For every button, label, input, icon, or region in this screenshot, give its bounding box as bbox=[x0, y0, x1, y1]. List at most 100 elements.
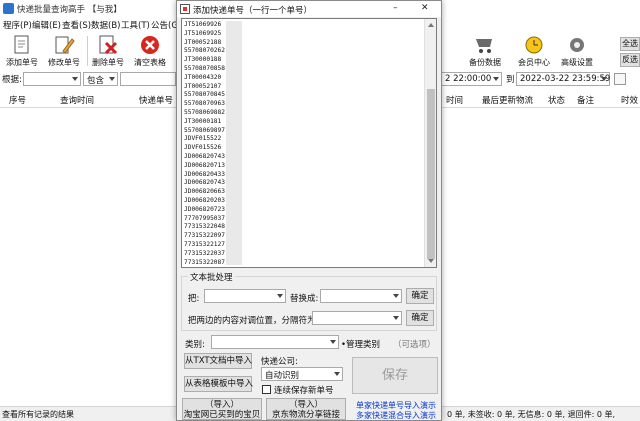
menu-edit[interactable]: 编辑(E) bbox=[32, 19, 61, 31]
replace-confirm-button[interactable]: 确定 bbox=[406, 288, 434, 304]
tracking-number-line: JT00004320 bbox=[184, 73, 222, 81]
tracking-number-line: 77315322127 bbox=[184, 240, 225, 248]
close-icon[interactable]: ✕ bbox=[421, 3, 429, 13]
category-select[interactable] bbox=[211, 335, 339, 349]
optional-hint: （可选项） bbox=[393, 340, 436, 350]
tracking-number-line: JT51069926 bbox=[184, 21, 222, 28]
calendar-icon[interactable] bbox=[614, 73, 626, 85]
tracking-number-line: 55708070858 bbox=[184, 64, 225, 72]
swap-confirm-button[interactable]: 确定 bbox=[406, 310, 434, 326]
add-tracking-dialog: 添加快递单号（一行一个单号） – ✕ JT51069926 JT51069925 J… bbox=[176, 0, 442, 421]
menu-program[interactable]: 程序(P) bbox=[3, 19, 32, 31]
chevron-down-icon bbox=[334, 372, 340, 376]
chevron-down-icon bbox=[393, 294, 399, 298]
advanced-settings-label: 高级设置 bbox=[561, 58, 593, 67]
filter-field-select[interactable] bbox=[23, 72, 81, 86]
chevron-down-icon bbox=[393, 316, 399, 320]
column-header-tracking-number[interactable]: 快递单号 bbox=[139, 94, 173, 106]
add-number-button[interactable]: 添加单号 bbox=[2, 34, 42, 68]
courier-select[interactable]: 自动识别 bbox=[261, 367, 343, 381]
tracking-number-line: JD006820203 bbox=[184, 196, 225, 204]
date-to-value: 2022-03-22 23:59:59 bbox=[520, 74, 611, 84]
multi-courier-demo-link[interactable]: 多家快递混合导入演示 bbox=[356, 410, 436, 421]
chevron-down-icon bbox=[493, 77, 499, 81]
status-right-text: 0 单, 未签收: 0 单, 无信息: 0 单, 退回件: 0 单, bbox=[447, 410, 616, 419]
tracking-numbers-textarea[interactable]: JT51069926 JT51069925 JT00052188 5570807026… bbox=[181, 18, 437, 268]
tracking-number-line: JD006820663 bbox=[184, 188, 225, 196]
manage-category-link[interactable]: •管理类别 bbox=[341, 338, 380, 350]
import-taobao-line2: 淘宝网已买到的宝贝 bbox=[183, 410, 261, 420]
tracking-number-line: JD006820743 bbox=[184, 152, 225, 160]
clear-table-label: 清空表格 bbox=[134, 58, 166, 67]
tracking-number-line: 77315322097 bbox=[184, 232, 225, 240]
keep-saving-checkbox[interactable] bbox=[262, 385, 271, 394]
column-header-index[interactable]: 序号 bbox=[9, 94, 26, 106]
redacted-mask bbox=[226, 21, 242, 265]
dialog-app-icon bbox=[180, 4, 190, 14]
menu-view[interactable]: 查看(S) bbox=[62, 19, 91, 31]
menu-data[interactable]: 数据(B) bbox=[91, 19, 120, 31]
clear-table-button[interactable]: 清空表格 bbox=[130, 34, 170, 68]
import-jd-line1: （导入） bbox=[288, 400, 323, 410]
delete-number-button[interactable]: 删除单号 bbox=[88, 34, 128, 68]
status-left-text: 查看所有记录的结果 bbox=[2, 410, 74, 419]
chevron-down-icon bbox=[109, 77, 115, 81]
advanced-settings-button[interactable]: 高级设置 bbox=[557, 34, 597, 68]
tracking-number-line: JDVF015526 bbox=[184, 144, 222, 152]
import-from-txt-button[interactable]: 从TXT文档中导入 bbox=[184, 353, 252, 369]
dialog-titlebar: 添加快递单号（一行一个单号） – ✕ bbox=[177, 1, 441, 17]
column-header-remark[interactable]: 备注 bbox=[577, 94, 594, 106]
tracking-number-line: JT00052188 bbox=[184, 38, 222, 46]
filter-by-label: 根据: bbox=[2, 75, 22, 85]
vertical-scrollbar[interactable] bbox=[424, 19, 436, 267]
column-header-time[interactable]: 时间 bbox=[446, 94, 463, 106]
keep-saving-label: 连续保存新单号 bbox=[274, 386, 334, 396]
column-header-timeliness[interactable]: 时效 bbox=[621, 94, 638, 106]
modify-number-button[interactable]: 修改单号 bbox=[44, 34, 84, 68]
import-jd-button[interactable]: （导入） 京东物流分享链接 bbox=[266, 398, 346, 420]
chevron-down-icon bbox=[330, 340, 336, 344]
menu-tools[interactable]: 工具(T) bbox=[121, 19, 150, 31]
minimize-icon[interactable]: – bbox=[393, 3, 398, 13]
main-window-title: 快递批量查询高手 【与我】 bbox=[17, 5, 122, 15]
courier-label: 快递公司: bbox=[261, 357, 298, 367]
add-number-label: 添加单号 bbox=[6, 58, 38, 67]
import-taobao-line1: （导入） bbox=[204, 400, 239, 410]
tracking-number-line: JD006820713 bbox=[184, 161, 225, 169]
tracking-number-line: JD006820433 bbox=[184, 170, 225, 178]
tracking-numbers-list: JT51069926 JT51069925 JT00052188 5570807026… bbox=[184, 21, 225, 268]
import-from-table-button[interactable]: 从表格模板中导入 bbox=[184, 376, 253, 392]
clear-x-circle-icon bbox=[141, 36, 159, 54]
text-processing-group: 文本批处理 把: 替换成: 确定 把两边的内容对调位置，分隔符为: 确定 bbox=[181, 271, 437, 331]
tracking-number-line: 55708070963 bbox=[184, 100, 225, 108]
chevron-down-icon bbox=[277, 294, 283, 298]
backup-data-button[interactable]: 备份数据 bbox=[465, 34, 505, 68]
replace-from-select[interactable] bbox=[204, 289, 286, 303]
gear-icon bbox=[570, 38, 584, 52]
delete-number-label: 删除单号 bbox=[92, 58, 124, 67]
scroll-down-icon[interactable] bbox=[428, 259, 434, 263]
tracking-number-line: 77315322177 bbox=[184, 267, 225, 268]
filter-keyword-input[interactable] bbox=[120, 72, 176, 86]
import-taobao-button[interactable]: （导入） 淘宝网已买到的宝贝 bbox=[182, 398, 262, 420]
separator-select[interactable] bbox=[312, 311, 402, 325]
member-center-label: 会员中心 bbox=[518, 58, 550, 67]
scroll-thumb[interactable] bbox=[427, 89, 435, 259]
tracking-number-line: 55708070845 bbox=[184, 91, 225, 99]
member-center-button[interactable]: 会员中心 bbox=[514, 34, 554, 68]
date-to-picker[interactable]: 2022-03-22 23:59:59 bbox=[516, 72, 610, 86]
select-all-button[interactable]: 全选 bbox=[620, 37, 640, 51]
column-header-query-time[interactable]: 查询时间 bbox=[60, 94, 94, 106]
invert-selection-button[interactable]: 反选 bbox=[620, 53, 640, 67]
save-button[interactable]: 保存 bbox=[352, 357, 438, 394]
date-from-picker[interactable]: 2 22:00:00 bbox=[441, 72, 502, 86]
tracking-number-line: 77707995037 bbox=[184, 214, 225, 222]
replace-to-select[interactable] bbox=[320, 289, 402, 303]
column-header-last-update[interactable]: 最后更新物流 bbox=[482, 94, 533, 106]
text-processing-title: 文本批处理 bbox=[188, 271, 235, 283]
column-header-status[interactable]: 状态 bbox=[548, 94, 565, 106]
tracking-number-line: 55708069882 bbox=[184, 108, 225, 116]
add-document-icon bbox=[14, 35, 29, 54]
scroll-up-icon[interactable] bbox=[428, 23, 434, 27]
filter-operator-select[interactable]: 包含 bbox=[83, 72, 118, 86]
